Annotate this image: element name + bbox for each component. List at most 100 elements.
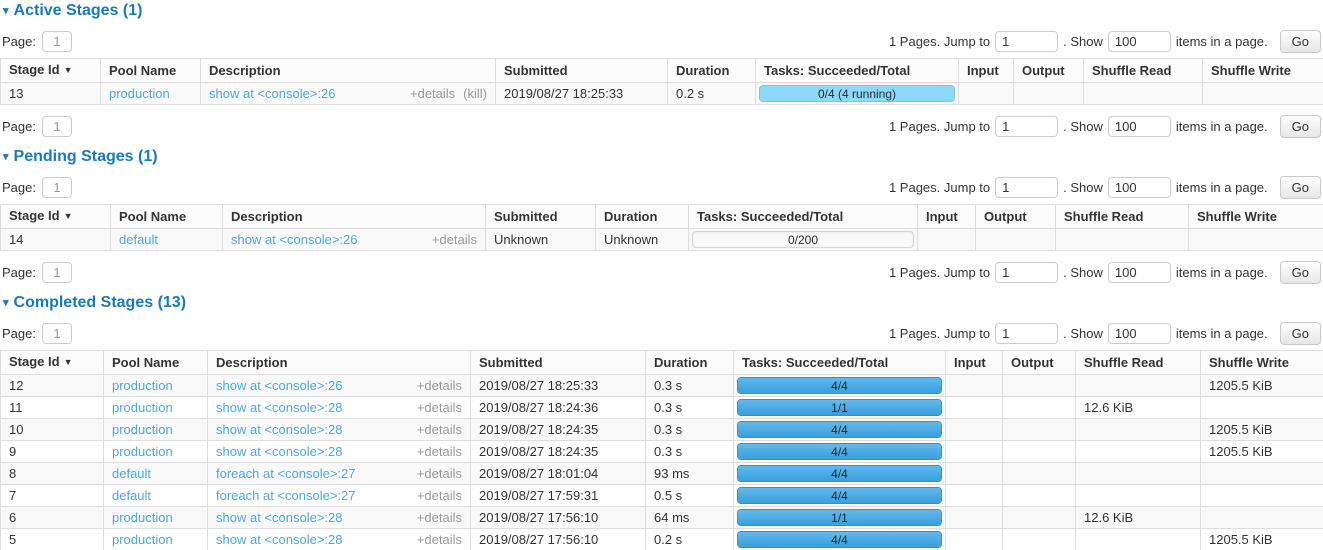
- column-header[interactable]: Tasks: Succeeded/Total: [756, 59, 959, 83]
- tasks-progress-bar: 4/4: [737, 487, 942, 504]
- cell-input: [959, 83, 1014, 105]
- description-link[interactable]: foreach at <console>:27: [216, 466, 356, 481]
- go-button[interactable]: Go: [1280, 261, 1321, 284]
- show-items-input[interactable]: [1108, 262, 1171, 283]
- description-link[interactable]: show at <console>:28: [216, 532, 342, 547]
- column-header[interactable]: Pool Name: [111, 205, 223, 229]
- jump-to-input[interactable]: [995, 323, 1058, 344]
- column-header[interactable]: Shuffle Read: [1056, 205, 1189, 229]
- column-header[interactable]: Output: [1003, 351, 1076, 375]
- column-header-label: Shuffle Write: [1211, 63, 1291, 78]
- column-header[interactable]: Stage Id▼: [1, 59, 101, 83]
- go-button[interactable]: Go: [1280, 115, 1321, 138]
- cell-tasks: 0/200: [689, 229, 918, 251]
- details-toggle[interactable]: +details: [417, 444, 462, 459]
- details-toggle[interactable]: +details: [417, 532, 462, 547]
- description-link[interactable]: show at <console>:28: [216, 400, 342, 415]
- column-header[interactable]: Input: [946, 351, 1003, 375]
- details-toggle[interactable]: +details: [417, 488, 462, 503]
- description-link[interactable]: show at <console>:28: [216, 422, 342, 437]
- pool-name-link[interactable]: production: [112, 510, 173, 525]
- show-items-input[interactable]: [1108, 177, 1171, 198]
- jump-to-input[interactable]: [995, 262, 1058, 283]
- details-toggle[interactable]: +details: [410, 86, 455, 101]
- description-link[interactable]: show at <console>:26: [216, 378, 342, 393]
- description-link[interactable]: foreach at <console>:27: [216, 488, 356, 503]
- column-header[interactable]: Shuffle Write: [1189, 205, 1323, 229]
- jump-to-input[interactable]: [995, 31, 1058, 52]
- details-toggle[interactable]: +details: [417, 378, 462, 393]
- page-number-input[interactable]: [42, 262, 72, 283]
- column-header[interactable]: Duration: [596, 205, 689, 229]
- show-items-input[interactable]: [1108, 323, 1171, 344]
- column-header[interactable]: Stage Id▼: [1, 351, 104, 375]
- cell-submitted: 2019/08/27 17:56:10: [471, 507, 646, 529]
- cell-stage-id: 14: [1, 229, 111, 251]
- pool-name-link[interactable]: production: [112, 378, 173, 393]
- column-header[interactable]: Description: [208, 351, 471, 375]
- column-header[interactable]: Shuffle Read: [1084, 59, 1203, 83]
- pool-name-link[interactable]: default: [119, 232, 158, 247]
- page-number-input[interactable]: [42, 323, 72, 344]
- description-link[interactable]: show at <console>:28: [216, 444, 342, 459]
- column-header[interactable]: Input: [959, 59, 1014, 83]
- column-header[interactable]: Tasks: Succeeded/Total: [689, 205, 918, 229]
- go-button[interactable]: Go: [1280, 322, 1321, 345]
- details-toggle[interactable]: +details: [417, 466, 462, 481]
- cell-output: [1003, 463, 1076, 485]
- cell-duration: 64 ms: [646, 507, 734, 529]
- details-toggle[interactable]: +details: [417, 510, 462, 525]
- cell-pool-name: default: [104, 463, 208, 485]
- column-header-label: Shuffle Write: [1197, 209, 1277, 224]
- pool-name-link[interactable]: production: [112, 422, 173, 437]
- jump-to-input[interactable]: [995, 177, 1058, 198]
- tasks-progress-bar: 1/1: [737, 509, 942, 526]
- column-header[interactable]: Shuffle Write: [1201, 351, 1323, 375]
- column-header[interactable]: Description: [201, 59, 496, 83]
- column-header[interactable]: Duration: [668, 59, 756, 83]
- page-number-input[interactable]: [42, 116, 72, 137]
- description-link[interactable]: show at <console>:28: [216, 510, 342, 525]
- cell-submitted: 2019/08/27 18:01:04: [471, 463, 646, 485]
- stage-row: 6production+detailsshow at <console>:282…: [1, 507, 1323, 529]
- page-number-input[interactable]: [42, 177, 72, 198]
- column-header[interactable]: Pool Name: [101, 59, 201, 83]
- show-items-input[interactable]: [1108, 116, 1171, 137]
- column-header[interactable]: Shuffle Write: [1203, 59, 1323, 83]
- pool-name-link[interactable]: production: [112, 532, 173, 547]
- column-header[interactable]: Stage Id▼: [1, 205, 111, 229]
- column-header[interactable]: Submitted: [496, 59, 668, 83]
- section-heading-active[interactable]: ▾Active Stages (1): [3, 2, 1320, 20]
- jump-to-input[interactable]: [995, 116, 1058, 137]
- details-toggle[interactable]: +details: [432, 232, 477, 247]
- kill-link[interactable]: (kill): [463, 86, 487, 101]
- section-heading-pending[interactable]: ▾Pending Stages (1): [3, 148, 1320, 166]
- section-heading-completed[interactable]: ▾Completed Stages (13): [3, 294, 1320, 312]
- details-toggle[interactable]: +details: [417, 422, 462, 437]
- pool-name-link[interactable]: production: [112, 400, 173, 415]
- column-header[interactable]: Submitted: [486, 205, 596, 229]
- pool-name-link[interactable]: default: [112, 488, 151, 503]
- column-header[interactable]: Shuffle Read: [1076, 351, 1201, 375]
- tasks-progress-label: 4/4: [738, 466, 941, 481]
- column-header[interactable]: Submitted: [471, 351, 646, 375]
- go-button[interactable]: Go: [1280, 176, 1321, 199]
- pool-name-link[interactable]: default: [112, 466, 151, 481]
- page-number-input[interactable]: [42, 31, 72, 52]
- cell-shuffle-read: [1056, 229, 1189, 251]
- pool-name-link[interactable]: production: [112, 444, 173, 459]
- column-header[interactable]: Input: [918, 205, 976, 229]
- column-header[interactable]: Duration: [646, 351, 734, 375]
- column-header[interactable]: Output: [1014, 59, 1084, 83]
- column-header[interactable]: Pool Name: [104, 351, 208, 375]
- description-link[interactable]: show at <console>:26: [209, 86, 335, 101]
- pool-name-link[interactable]: production: [109, 86, 170, 101]
- description-link[interactable]: show at <console>:26: [231, 232, 357, 247]
- tasks-progress-bar: 4/4: [737, 377, 942, 394]
- column-header[interactable]: Description: [223, 205, 486, 229]
- show-items-input[interactable]: [1108, 31, 1171, 52]
- column-header[interactable]: Output: [976, 205, 1056, 229]
- details-toggle[interactable]: +details: [417, 400, 462, 415]
- go-button[interactable]: Go: [1280, 30, 1321, 53]
- column-header[interactable]: Tasks: Succeeded/Total: [734, 351, 946, 375]
